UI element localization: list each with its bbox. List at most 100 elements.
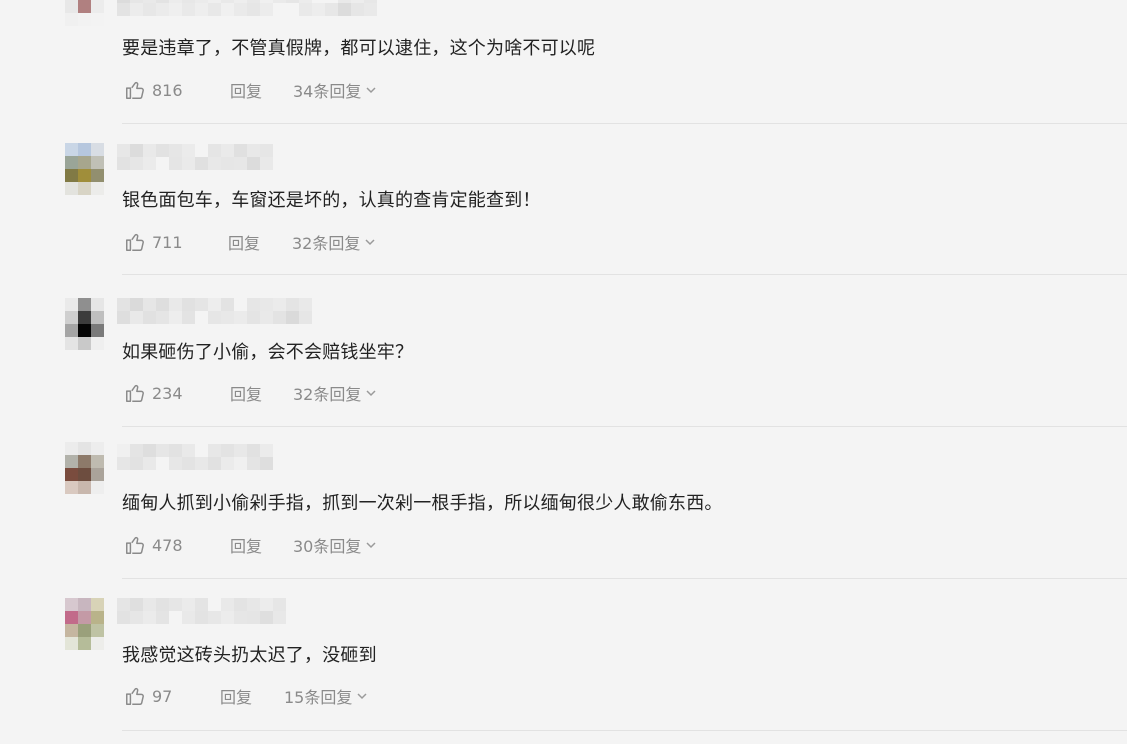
comment-actions: 478 回复 30条回复 bbox=[124, 533, 424, 557]
blur-pixel bbox=[156, 3, 169, 16]
like-button[interactable]: 816 bbox=[124, 79, 183, 101]
blur-pixel bbox=[273, 598, 286, 611]
thumbs-up-icon bbox=[126, 81, 144, 99]
comment-text: 要是违章了，不管真假牌，都可以逮住，这个为啥不可以呢 bbox=[122, 38, 596, 59]
blur-pixel bbox=[182, 611, 195, 624]
blur-pixel bbox=[247, 3, 260, 16]
username-blurred[interactable] bbox=[117, 144, 273, 170]
blur-pixel bbox=[130, 611, 143, 624]
avatar-pixel bbox=[65, 156, 78, 169]
blur-pixel bbox=[195, 144, 208, 157]
blur-pixel bbox=[208, 611, 221, 624]
avatar-pixel bbox=[78, 143, 91, 156]
blur-pixel bbox=[221, 457, 234, 470]
avatar-pixel bbox=[91, 0, 104, 13]
username-blurred[interactable] bbox=[117, 444, 273, 470]
blur-pixel bbox=[273, 3, 286, 16]
view-replies-button[interactable]: 32条回复 bbox=[293, 381, 377, 405]
avatar-pixel bbox=[65, 13, 78, 26]
avatar[interactable] bbox=[65, 598, 104, 650]
replies-count-label: 32条回复 bbox=[292, 234, 361, 253]
avatar-pixel bbox=[78, 324, 91, 337]
blur-pixel bbox=[156, 157, 169, 170]
blur-pixel bbox=[143, 298, 156, 311]
avatar[interactable] bbox=[65, 0, 104, 39]
avatar[interactable] bbox=[65, 442, 104, 494]
like-button[interactable]: 97 bbox=[124, 685, 172, 707]
blur-pixel bbox=[221, 157, 234, 170]
blur-pixel bbox=[325, 3, 338, 16]
avatar-pixel bbox=[78, 611, 91, 624]
chevron-down-icon bbox=[357, 693, 367, 700]
blur-pixel bbox=[130, 311, 143, 324]
like-button[interactable]: 711 bbox=[124, 231, 183, 253]
view-replies-button[interactable]: 15条回复 bbox=[284, 684, 368, 708]
avatar-pixel bbox=[65, 0, 78, 13]
view-replies-button[interactable]: 32条回复 bbox=[292, 230, 376, 254]
avatar[interactable] bbox=[65, 143, 104, 195]
blur-pixel bbox=[260, 3, 273, 16]
blur-pixel bbox=[247, 298, 260, 311]
blur-pixel bbox=[156, 611, 169, 624]
blur-pixel bbox=[143, 157, 156, 170]
username-blurred[interactable] bbox=[117, 0, 377, 16]
blur-pixel bbox=[182, 311, 195, 324]
blur-pixel bbox=[130, 598, 143, 611]
blur-pixel bbox=[260, 457, 273, 470]
avatar-pixel bbox=[91, 324, 104, 337]
blur-pixel bbox=[195, 598, 208, 611]
reply-button[interactable]: 回复 bbox=[230, 533, 262, 557]
avatar-pixel bbox=[65, 598, 78, 611]
username-blurred[interactable] bbox=[117, 598, 286, 624]
blur-pixel bbox=[221, 444, 234, 457]
view-replies-button[interactable]: 30条回复 bbox=[293, 533, 377, 557]
view-replies-button[interactable]: 34条回复 bbox=[293, 78, 377, 102]
blur-pixel bbox=[169, 598, 182, 611]
blur-pixel bbox=[117, 444, 130, 457]
blur-pixel bbox=[221, 144, 234, 157]
blur-pixel bbox=[299, 298, 312, 311]
comment-text: 银色面包车，车窗还是坏的，认真的查肯定能查到！ bbox=[122, 190, 541, 211]
blur-pixel bbox=[299, 3, 312, 16]
avatar[interactable] bbox=[65, 298, 104, 350]
reply-button[interactable]: 回复 bbox=[220, 684, 252, 708]
thumbs-up-icon bbox=[126, 687, 144, 705]
blur-pixel bbox=[234, 611, 247, 624]
blur-pixel bbox=[208, 157, 221, 170]
comment-text: 缅甸人抓到小偷剁手指，抓到一次剁一根手指，所以缅甸很少人敢偷东西。 bbox=[122, 493, 723, 514]
comment-item: 我感觉这砖头扔太迟了，没砸到 97 回复 15条回复 bbox=[0, 579, 1127, 730]
blur-pixel bbox=[169, 298, 182, 311]
avatar-pixel bbox=[78, 182, 91, 195]
comment-text: 如果砸伤了小偷，会不会赔钱坐牢？ bbox=[122, 342, 414, 363]
blur-pixel bbox=[195, 611, 208, 624]
avatar-pixel bbox=[65, 481, 78, 494]
comment-actions: 711 回复 32条回复 bbox=[124, 230, 424, 254]
blur-pixel bbox=[182, 144, 195, 157]
like-button[interactable]: 478 bbox=[124, 534, 183, 556]
avatar-pixel bbox=[65, 611, 78, 624]
reply-button[interactable]: 回复 bbox=[228, 230, 260, 254]
like-button[interactable]: 234 bbox=[124, 382, 183, 404]
blur-pixel bbox=[234, 457, 247, 470]
blur-pixel bbox=[234, 311, 247, 324]
username-blurred[interactable] bbox=[117, 298, 312, 324]
blur-pixel bbox=[182, 157, 195, 170]
reply-button[interactable]: 回复 bbox=[230, 78, 262, 102]
blur-pixel bbox=[117, 298, 130, 311]
avatar-pixel bbox=[78, 169, 91, 182]
avatar-pixel bbox=[78, 442, 91, 455]
blur-pixel bbox=[117, 157, 130, 170]
blur-pixel bbox=[273, 298, 286, 311]
chevron-down-icon bbox=[366, 542, 376, 549]
blur-pixel bbox=[221, 598, 234, 611]
avatar-pixel bbox=[91, 311, 104, 324]
avatar-pixel bbox=[91, 143, 104, 156]
reply-button[interactable]: 回复 bbox=[230, 381, 262, 405]
avatar-pixel bbox=[78, 637, 91, 650]
blur-pixel bbox=[143, 598, 156, 611]
blur-pixel bbox=[312, 3, 325, 16]
blur-pixel bbox=[182, 444, 195, 457]
avatar-pixel bbox=[65, 298, 78, 311]
chevron-down-icon bbox=[365, 239, 375, 246]
blur-pixel bbox=[169, 157, 182, 170]
